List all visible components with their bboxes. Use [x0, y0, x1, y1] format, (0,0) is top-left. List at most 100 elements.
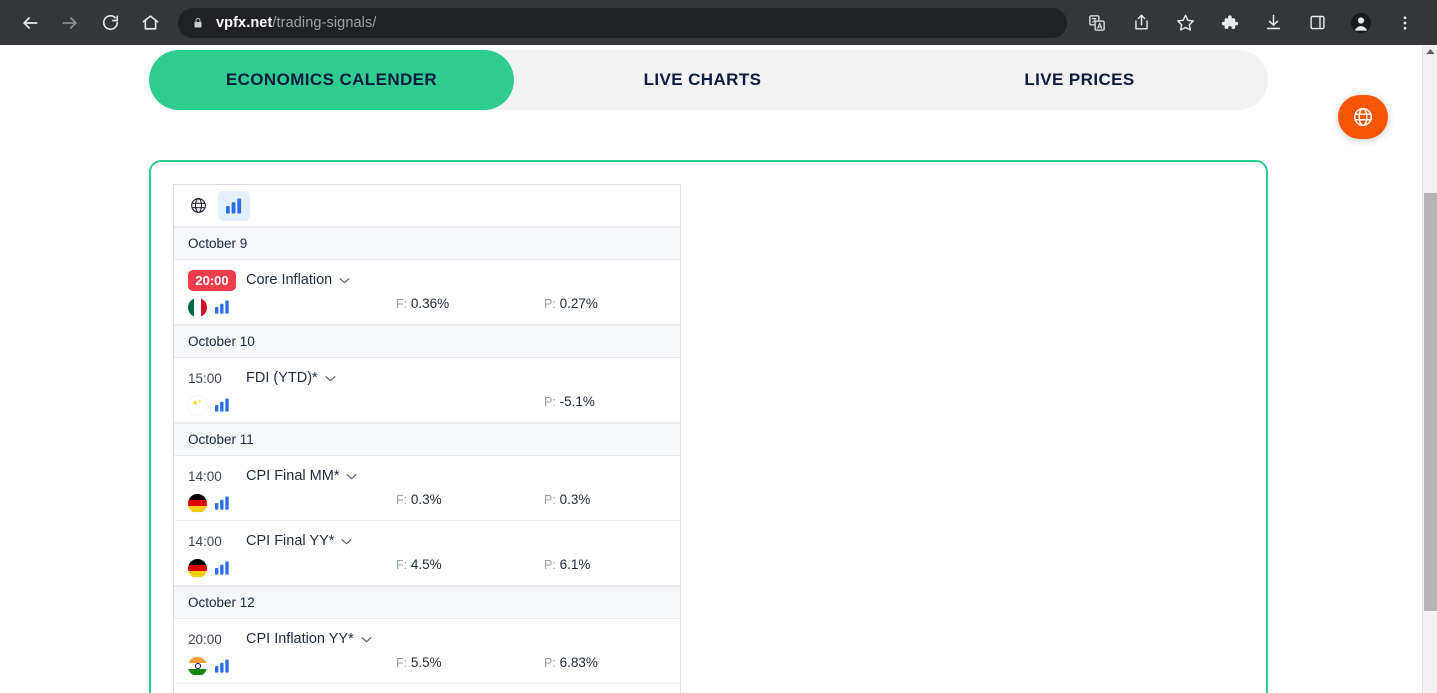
globe-icon: [190, 198, 206, 213]
previous-number: 0.3%: [559, 492, 591, 507]
forecast-number: 0.3%: [410, 492, 442, 507]
event-title[interactable]: CPI Final YY*: [246, 533, 352, 549]
profile-avatar-icon: [1350, 12, 1372, 33]
previous-value: P: -5.1%: [544, 394, 595, 409]
home-button[interactable]: [134, 7, 166, 39]
forecast-label: F:: [396, 558, 408, 572]
calendar-globe-tab[interactable]: [182, 191, 214, 221]
tab-economics-calender[interactable]: ECONOMICS CALENDER: [149, 50, 514, 110]
download-button[interactable]: [1257, 7, 1289, 39]
previous-label: P:: [544, 297, 556, 311]
page-scrollbar[interactable]: [1422, 45, 1437, 693]
chevron-down-icon[interactable]: [325, 375, 336, 382]
event-title[interactable]: CPI Final MM*: [246, 468, 357, 484]
globe-icon: [1354, 108, 1372, 126]
side-panel-button[interactable]: [1301, 7, 1333, 39]
previous-label: P:: [544, 558, 556, 572]
event-title[interactable]: CPI Inflation YY*: [246, 631, 372, 647]
bookmark-button[interactable]: [1169, 7, 1201, 39]
back-button[interactable]: [14, 7, 46, 39]
event-time: 14:00: [188, 468, 222, 484]
previous-value: P: 6.1%: [544, 557, 590, 572]
event-row[interactable]: 14:00 CPI Final YY* F: 4.5% P: 6.1%: [174, 521, 680, 586]
previous-number: 0.27%: [559, 296, 598, 311]
event-title-label: CPI Final MM*: [246, 468, 340, 484]
tab-live-prices[interactable]: LIVE PRICES: [891, 50, 1268, 110]
calendar-chart-tab[interactable]: [218, 190, 250, 221]
forecast-number: 5.5%: [410, 655, 442, 670]
browser-menu-button[interactable]: [1389, 7, 1421, 39]
day-header-label: October 9: [188, 236, 248, 251]
event-title[interactable]: Core Inflation: [246, 272, 350, 288]
event-title-label: FDI (YTD)*: [246, 370, 318, 386]
browser-toolbar: vpfx.net/trading-signals/: [0, 0, 1437, 45]
day-header: October 10: [174, 325, 680, 358]
bar-chart-icon: [225, 197, 241, 214]
event-row[interactable]: 20:30 Core CPI MM, SA*: [174, 684, 680, 693]
forecast-value: F: 4.5%: [396, 557, 442, 572]
url-host: vpfx.net: [216, 14, 273, 31]
address-bar[interactable]: vpfx.net/trading-signals/: [178, 7, 1067, 38]
forecast-label: F:: [396, 493, 408, 507]
forecast-value: F: 0.36%: [396, 296, 449, 311]
back-arrow-icon: [23, 16, 38, 29]
event-row[interactable]: 15:00 FDI (YTD)* ★ ★ P: -5.1%: [174, 358, 680, 423]
event-time: 20:00: [188, 631, 222, 647]
previous-number: 6.1%: [559, 557, 591, 572]
reload-icon: [102, 15, 118, 31]
tab-label: LIVE PRICES: [1024, 70, 1135, 89]
scrollbar-thumb[interactable]: [1424, 193, 1437, 611]
home-icon: [142, 15, 158, 30]
share-button[interactable]: [1125, 7, 1157, 39]
translate-icon: [1089, 14, 1105, 31]
day-header-label: October 12: [188, 595, 255, 610]
day-header: October 9: [174, 227, 680, 260]
previous-label: P:: [544, 656, 556, 670]
extensions-button[interactable]: [1213, 7, 1245, 39]
forward-arrow-icon: [62, 16, 77, 29]
tab-label: ECONOMICS CALENDER: [225, 70, 438, 89]
tab-label: LIVE CHARTS: [643, 70, 762, 89]
previous-value: P: 6.83%: [544, 655, 598, 670]
reload-button[interactable]: [94, 7, 126, 39]
language-globe-button[interactable]: [1338, 95, 1388, 139]
previous-number: -5.1%: [559, 394, 595, 409]
event-time: 20:00: [188, 269, 236, 291]
event-values: P: -5.1%: [174, 394, 680, 416]
event-row[interactable]: 20:00 Core Inflation F: 0.36% P: 0.27%: [174, 260, 680, 325]
scrollbar-up-arrow[interactable]: [1423, 45, 1437, 59]
tab-live-charts[interactable]: LIVE CHARTS: [514, 50, 891, 110]
event-values: F: 5.5% P: 6.83%: [174, 655, 680, 677]
chevron-down-icon[interactable]: [361, 636, 372, 643]
browser-action-icons: [1075, 7, 1427, 39]
event-time: 15:00: [188, 370, 222, 386]
forecast-number: 0.36%: [410, 296, 450, 311]
url-text: vpfx.net/trading-signals/: [216, 15, 376, 31]
previous-label: P:: [544, 395, 556, 409]
event-row[interactable]: 20:00 CPI Inflation YY* F: 5.5% P: 6.83%: [174, 619, 680, 684]
share-icon: [1134, 14, 1148, 30]
url-path: /trading-signals/: [272, 14, 377, 31]
forecast-label: F:: [396, 656, 408, 670]
economic-calendar-widget: October 9 20:00 Core Inflation F: 0.36% …: [173, 184, 681, 693]
chevron-down-icon[interactable]: [341, 538, 352, 545]
event-title[interactable]: FDI (YTD)*: [246, 370, 336, 386]
day-header: October 11: [174, 423, 680, 456]
three-dot-menu-icon: [1403, 15, 1407, 30]
puzzle-icon: [1221, 15, 1238, 29]
event-row[interactable]: 14:00 CPI Final MM* F: 0.3% P: 0.3%: [174, 456, 680, 521]
day-header-label: October 11: [188, 432, 254, 447]
previous-value: P: 0.3%: [544, 492, 590, 507]
forward-button[interactable]: [54, 7, 86, 39]
day-header: October 12: [174, 586, 680, 619]
chevron-down-icon[interactable]: [346, 473, 357, 480]
event-time: 14:00: [188, 533, 222, 549]
forecast-label: F:: [396, 297, 408, 311]
page-content: ECONOMICS CALENDER LIVE CHARTS LIVE PRIC…: [0, 45, 1437, 693]
chevron-down-icon[interactable]: [339, 277, 350, 284]
profile-button[interactable]: [1345, 7, 1377, 39]
calendar-card: October 9 20:00 Core Inflation F: 0.36% …: [149, 160, 1268, 693]
event-title-label: CPI Final YY*: [246, 533, 335, 549]
translate-button[interactable]: [1081, 7, 1113, 39]
previous-number: 6.83%: [559, 655, 598, 670]
